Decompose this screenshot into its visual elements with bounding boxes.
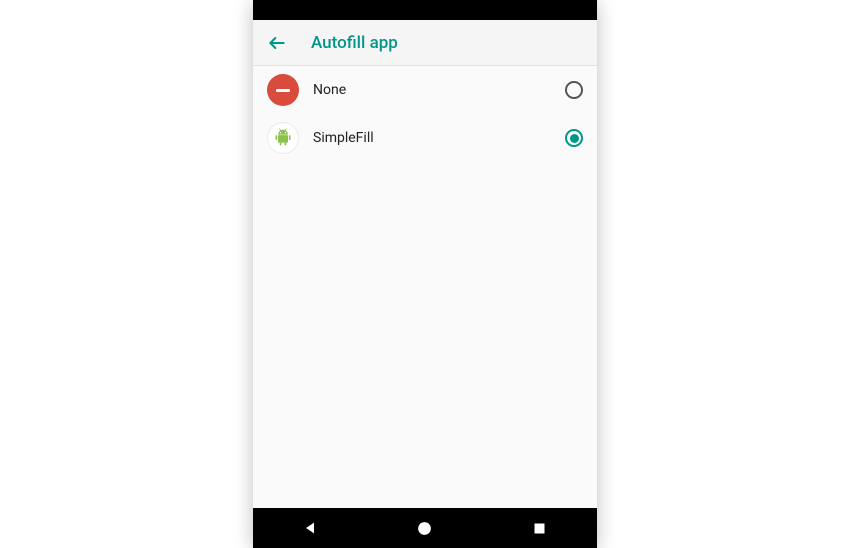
- app-bar: Autofill app: [253, 20, 597, 66]
- square-recent-icon: [532, 521, 547, 536]
- page-title: Autofill app: [311, 33, 398, 53]
- radio-button[interactable]: [565, 81, 583, 99]
- none-icon: [267, 74, 299, 106]
- option-label: None: [313, 82, 565, 98]
- phone-frame: Autofill app None: [253, 0, 597, 548]
- option-icon-wrap: [267, 74, 299, 106]
- content-area: None: [253, 66, 597, 508]
- minus-icon: [276, 89, 290, 92]
- android-icon: [267, 122, 299, 154]
- back-arrow-icon: [267, 33, 287, 53]
- option-icon-wrap: [267, 122, 299, 154]
- option-none[interactable]: None: [253, 66, 597, 114]
- nav-back-button[interactable]: [280, 508, 340, 548]
- nav-recent-button[interactable]: [510, 508, 570, 548]
- triangle-back-icon: [302, 520, 318, 536]
- option-label: SimpleFill: [313, 130, 565, 146]
- android-robot-icon: [273, 128, 293, 148]
- option-simplefill[interactable]: SimpleFill: [253, 114, 597, 162]
- nav-home-button[interactable]: [395, 508, 455, 548]
- circle-home-icon: [416, 520, 433, 537]
- radio-button[interactable]: [565, 129, 583, 147]
- back-button[interactable]: [265, 31, 289, 55]
- status-bar: [253, 0, 597, 20]
- navigation-bar: [253, 508, 597, 548]
